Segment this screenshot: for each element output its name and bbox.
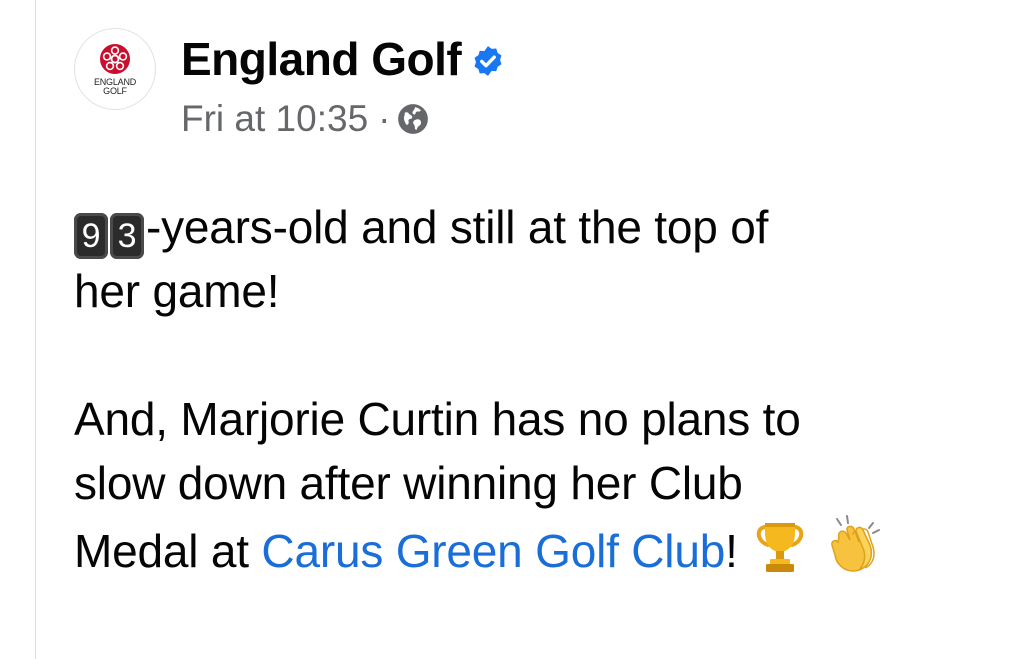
avatar[interactable]: ENGLAND GOLF <box>74 28 156 110</box>
keycap-digit-9-icon: 9 <box>74 213 108 259</box>
keycap-digit-3-icon: 3 <box>110 213 144 259</box>
avatar-logo-text: ENGLAND GOLF <box>93 77 137 96</box>
name-row: England Golf <box>181 28 505 90</box>
club-link[interactable]: Carus Green Golf Club <box>261 525 725 577</box>
post-para2-line-3-suffix: ! <box>725 525 738 577</box>
post-line-1: 9 3 -years-old and still at the top of <box>74 195 974 259</box>
rose-logo-icon <box>100 44 130 74</box>
meta-separator: · <box>378 98 391 139</box>
clapping-hands-icon <box>831 515 880 572</box>
post-para2-line-3-prefix: Medal at <box>74 525 262 577</box>
trophy-icon <box>757 523 804 572</box>
left-border <box>35 0 36 659</box>
post-para2-line-2: slow down after winning her Club <box>74 457 743 509</box>
page-name-link[interactable]: England Golf <box>181 32 462 86</box>
verified-badge-icon <box>474 46 502 76</box>
post-meta: Fri at 10:35 · <box>181 98 505 140</box>
timestamp-link[interactable]: Fri at 10:35 <box>181 98 368 140</box>
globe-icon[interactable] <box>396 102 430 136</box>
post-para2-line-1: And, Marjorie Curtin has no plans to <box>74 393 801 445</box>
post-para2-line-3: Medal at Carus Green Golf Club! <box>74 515 974 583</box>
post-line-2: her game! <box>74 265 280 317</box>
header-text: England Golf Fri at 10:35 · <box>181 28 505 140</box>
post-header: ENGLAND GOLF England Golf Fri at 10:35 · <box>74 28 505 140</box>
post-line-1-text: -years-old and still at the top of <box>146 201 769 253</box>
post-body: 9 3 -years-old and still at the top of her… <box>74 195 974 583</box>
